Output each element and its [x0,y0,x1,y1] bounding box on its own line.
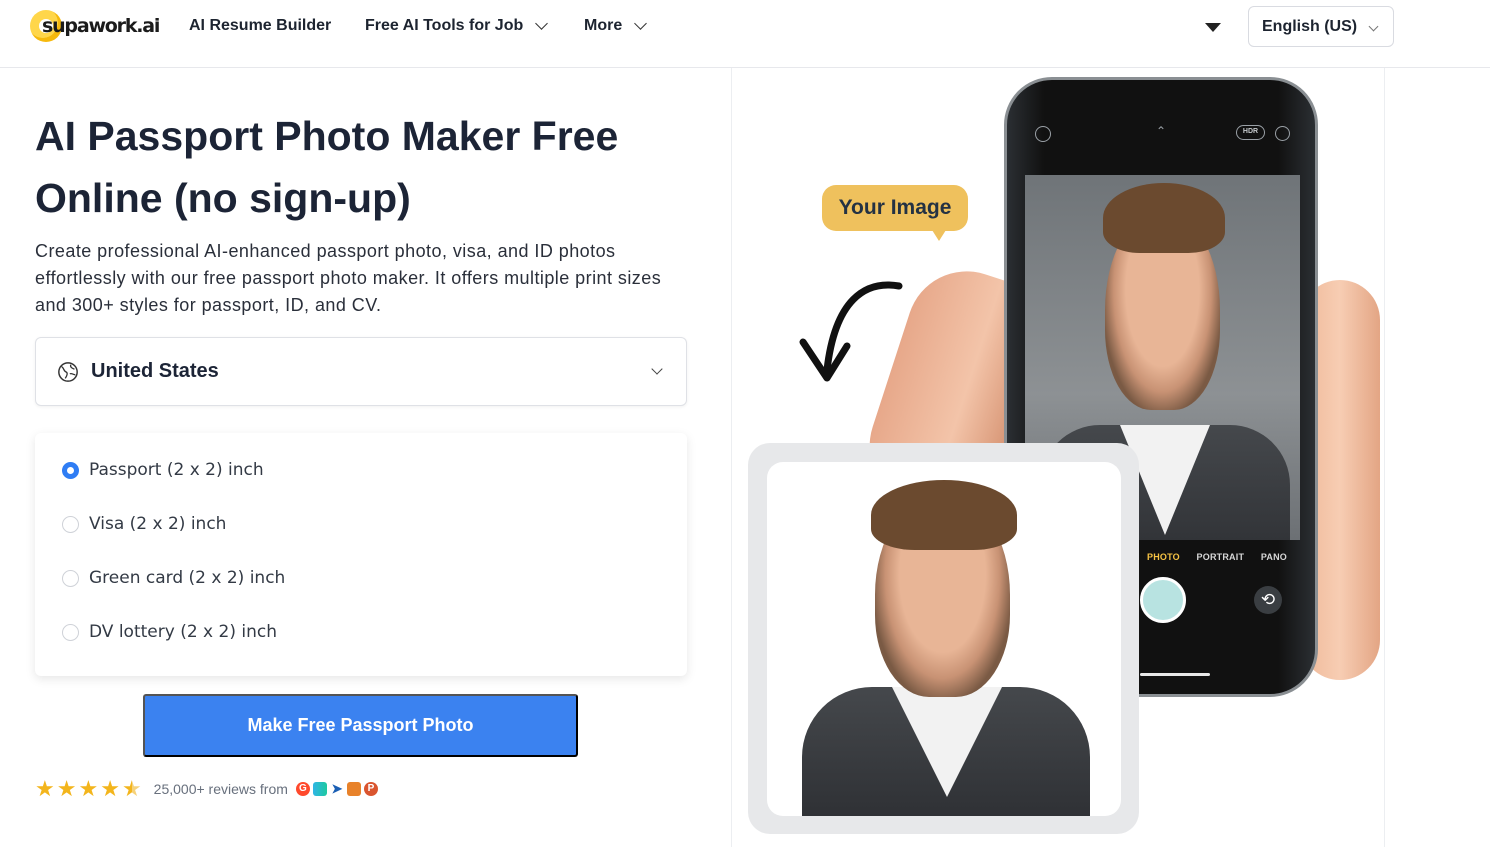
option-label: DV lottery (2 x 2) inch [89,622,277,642]
your-image-bubble: Your Image [822,185,968,241]
star-rating: ★ ★ ★ ★ ★ [35,778,142,800]
page-subtitle: Create professional AI-enhanced passport… [35,241,662,315]
page-title: AI Passport Photo Maker Free Online (no … [35,113,619,221]
option-label: Passport (2 x 2) inch [89,460,264,480]
camera-mode-pano: PANO [1260,552,1287,562]
panel-divider [731,68,732,847]
country-value: United States [91,360,219,382]
star-icon: ★ [100,776,120,801]
camera-mode-portrait: PORTRAIT [1196,552,1245,562]
camera-flip-icon: ⟲ [1254,586,1282,614]
result-photo [767,462,1121,816]
producthunt-icon: P [363,782,378,796]
country-select[interactable]: United States [35,337,687,406]
nav-link-free-ai-tools[interactable]: Free AI Tools for Job [365,17,549,35]
globe-icon [58,362,78,382]
language-label: English (US) [1262,17,1358,35]
curved-arrow-icon [799,281,903,382]
capterra-icon [312,782,327,796]
photo-type-option-passport[interactable]: Passport (2 x 2) inch [62,457,264,483]
radio-button[interactable] [62,623,79,641]
nav-link-ai-resume-builder[interactable]: AI Resume Builder [189,17,331,35]
chat-review-icon [346,782,361,796]
make-passport-photo-button[interactable]: Make Free Passport Photo [143,694,578,757]
reviews-row: ★ ★ ★ ★ ★ 25,000+ reviews from G ➤ P [35,778,378,800]
panel-divider [1384,68,1385,847]
camera-mode-photo: PHOTO [1147,552,1180,562]
chevron-down-icon [634,17,648,30]
review-count: 25,000+ reviews from [153,781,288,797]
star-icon: ★ [56,776,77,801]
photo-type-option-visa[interactable]: Visa (2 x 2) inch [62,511,226,537]
flash-off-icon [1035,126,1051,142]
hdr-icon: HDR [1236,125,1265,140]
review-sources: G ➤ P [295,781,378,796]
trustpilot-icon: ➤ [329,781,344,796]
photo-type-list: Passport (2 x 2) inch Visa (2 x 2) inch … [35,433,687,676]
portrait-hair [871,480,1017,550]
portrait-hair [1103,183,1225,253]
nav-link-more[interactable]: More [584,17,648,35]
radio-button[interactable] [62,461,79,479]
chevron-down-icon [651,363,663,375]
star-icon: ★ [78,776,99,801]
chevron-up-icon: ⌃ [1156,124,1167,138]
logo-text: supawork.ai [42,15,160,37]
star-icon: ★ [35,776,55,801]
language-select[interactable]: English (US) [1248,6,1394,47]
option-label: Visa (2 x 2) inch [89,514,227,534]
nav-link-label: Free AI Tools for Job [365,17,524,34]
photo-type-option-green-card[interactable]: Green card (2 x 2) inch [62,565,285,591]
g2-icon: G [295,782,310,796]
chevron-down-icon [1368,21,1379,32]
camera-modes: PHOTO PORTRAIT PANO [1147,552,1301,562]
live-photo-icon [1275,126,1290,141]
home-indicator [1140,673,1210,676]
logo[interactable]: supawork.ai [30,10,160,42]
nav-link-label: More [584,17,623,34]
chevron-down-icon [535,17,549,30]
nav-link-label: AI Resume Builder [189,17,332,34]
option-label: Green card (2 x 2) inch [89,568,286,588]
top-nav: supawork.ai AI Resume Builder Free AI To… [0,0,1490,68]
radio-button[interactable] [62,569,79,587]
photo-type-option-dv-lottery[interactable]: DV lottery (2 x 2) inch [62,619,277,645]
account-caret-icon[interactable] [1205,23,1221,32]
shutter-button [1140,577,1186,623]
half-star-icon: ★ [121,776,142,801]
radio-button[interactable] [62,515,79,533]
